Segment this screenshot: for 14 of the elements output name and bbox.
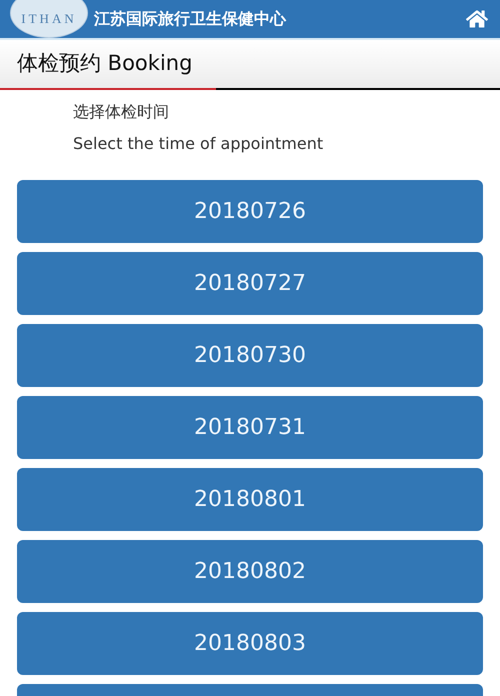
home-button[interactable] — [466, 8, 488, 30]
date-button[interactable]: 20180801 — [17, 468, 483, 531]
page-title: 体检预约 Booking — [17, 50, 192, 78]
instruction-text: Select the time of appointment — [73, 133, 324, 155]
logo-text: ITHAN — [21, 10, 77, 28]
home-icon — [466, 8, 488, 30]
date-button[interactable]: 20180727 — [17, 252, 483, 315]
instruction-text: 选择体检时间 — [73, 101, 170, 123]
date-button[interactable]: 20180726 — [17, 180, 483, 243]
date-button[interactable]: 20180803 — [17, 612, 483, 675]
date-button[interactable]: 20180731 — [17, 396, 483, 459]
date-button[interactable]: 20180802 — [17, 540, 483, 603]
date-button[interactable]: 20180730 — [17, 324, 483, 387]
header-title: 江苏国际旅行卫生保健中心 — [94, 8, 286, 30]
